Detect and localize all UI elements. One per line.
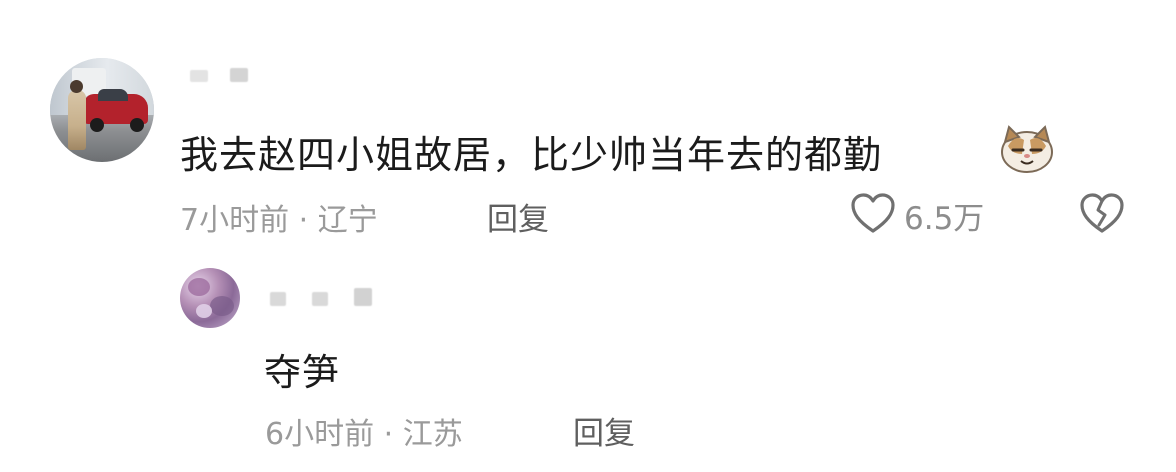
reply-avatar[interactable]: [180, 268, 240, 328]
heart-outline-icon[interactable]: [850, 193, 896, 235]
like-count: 6.5万: [904, 201, 985, 237]
comment-reply-button[interactable]: 回复: [487, 194, 549, 239]
comment-text: 我去赵四小姐故居，比少帅当年去的都勤: [180, 133, 883, 177]
broken-heart-icon[interactable]: [1079, 193, 1125, 235]
reply-text: 夺笋: [264, 351, 340, 394]
reply-time-location: 6小时前 · 江苏: [265, 417, 463, 452]
cat-face-emoji: [1001, 125, 1053, 173]
reply-reply-button[interactable]: 回复: [573, 408, 635, 453]
comment-avatar[interactable]: [50, 58, 154, 162]
comment-time-location: 7小时前 · 辽宁: [180, 203, 378, 238]
